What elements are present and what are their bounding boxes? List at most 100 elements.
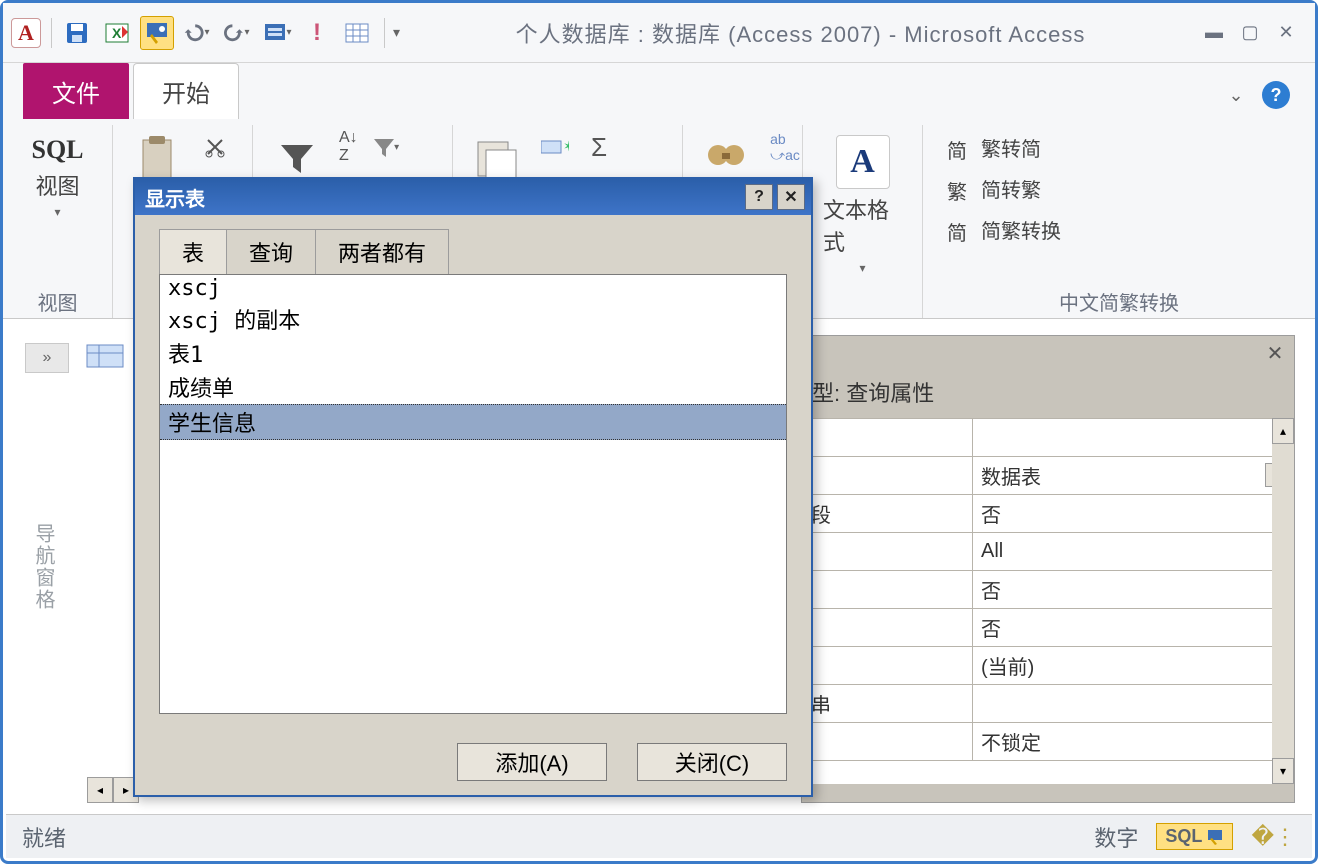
ribbon-group-textformat: A 文本格式 ▾ [803,125,923,318]
query-object-icon[interactable] [85,343,125,373]
design-view-icon[interactable] [140,16,174,50]
tab-start[interactable]: 开始 [133,63,239,119]
scroll-up-button[interactable]: ▴ [1272,418,1294,444]
property-value[interactable]: All [973,533,1294,571]
dialog-tabs: 表查询两者都有 [135,215,811,274]
redo-icon[interactable]: ▾ [220,16,254,50]
simp-to-trad-button[interactable]: 繁简转繁 [943,172,1045,205]
window-title: 个人数据库 : 数据库 (Access 2007) - Microsoft Ac… [400,17,1201,49]
minimize-button[interactable]: ▬ [1201,23,1227,43]
restore-button[interactable]: ▢ [1237,23,1263,43]
nav-pane-expand[interactable]: » [25,343,69,373]
separator [384,18,385,48]
toggle-label: 简繁转换 [981,215,1061,244]
dialog-close-button[interactable]: ✕ [777,184,805,210]
toggle-convert-button[interactable]: 简简繁转换 [943,213,1065,246]
status-bar: 就绪 数字 SQL �⋮ [6,814,1312,858]
ribbon-right: ⌄ ? [1193,70,1311,119]
dialog-tab-1[interactable]: 查询 [226,229,316,274]
property-row[interactable]: 串 [803,685,1294,723]
dialog-list-item[interactable]: xscj [160,275,786,302]
dialog-list-item[interactable]: 学生信息 [160,404,786,440]
view-label: 视图 [35,169,79,201]
dialog-table-list[interactable]: xscjxscj 的副本表1成绩单学生信息 [159,274,787,714]
dialog-tab-0[interactable]: 表 [159,229,227,274]
chevron-down-icon: ▾ [54,205,60,219]
add-button[interactable]: 添加(A) [457,743,607,781]
property-value[interactable]: 数据表▾ [973,457,1294,495]
dialog-list-item[interactable]: 成绩单 [160,370,786,404]
filter-toggle-icon[interactable]: ▾ [370,131,402,163]
cut-icon[interactable] [199,131,231,163]
status-ready: 就绪 [22,821,66,853]
view-button[interactable]: SQL 视图 ▾ [25,131,89,223]
text-format-button[interactable]: A 文本格式 ▾ [817,131,908,279]
status-sql-view[interactable]: SQL [1156,823,1233,850]
property-row[interactable]: 否 [803,571,1294,609]
help-icon[interactable]: ? [1262,81,1290,109]
dialog-help-button[interactable]: ? [745,184,773,210]
scroll-left-button[interactable]: ◂ [87,777,113,803]
chevron-down-icon: ▾ [859,261,865,275]
replace-icon[interactable]: ab⤻ac [769,131,801,163]
property-row[interactable]: 数据表▾ [803,457,1294,495]
property-key [803,419,973,457]
text-format-a: A [850,143,875,181]
form-icon[interactable]: ▾ [260,16,294,50]
property-value[interactable]: 否 [973,571,1294,609]
app-icon[interactable]: A [11,18,41,48]
svg-text:X: X [112,25,122,41]
toggle-icon: 简 [947,217,973,243]
sort-asc-icon[interactable]: A↓Z [339,131,358,163]
s2t-label: 简转繁 [981,174,1041,203]
separator [51,18,52,48]
property-value[interactable] [973,419,1294,457]
tab-file[interactable]: 文件 [23,63,129,119]
exclaim-icon[interactable]: ! [300,16,334,50]
s2t-icon: 繁 [947,176,973,202]
nav-pane-label: 导航窗格 [29,523,58,611]
property-header: 型: 查询属性 [802,336,1294,418]
undo-icon[interactable]: ▾ [180,16,214,50]
property-row[interactable]: 否 [803,609,1294,647]
close-button[interactable]: ✕ [1273,23,1299,43]
property-value[interactable]: (当前) [973,647,1294,685]
property-row[interactable]: 不锁定 [803,723,1294,761]
close-button[interactable]: 关闭(C) [637,743,787,781]
status-more-icon[interactable]: �⋮ [1251,824,1296,850]
dialog-list-item[interactable]: 表1 [160,336,786,370]
ribbon-minimize-icon[interactable]: ⌄ [1222,81,1250,109]
new-record-icon[interactable]: ✶ [539,131,571,163]
property-value[interactable]: 不锁定 [973,723,1294,761]
group-label-convert: 中文简繁转换 [937,283,1301,316]
totals-icon[interactable]: Σ [583,131,615,163]
property-value[interactable]: 否 [973,609,1294,647]
quick-access-toolbar: X ▾ ▾ ▾ ! ▾ [60,16,400,50]
scroll-down-button[interactable]: ▾ [1272,758,1294,784]
property-row[interactable]: 段否 [803,495,1294,533]
qat-dropdown-icon[interactable]: ▾ [393,24,400,41]
property-value[interactable]: 否 [973,495,1294,533]
scroll-track[interactable] [1272,444,1294,758]
property-value[interactable] [973,685,1294,723]
excel-export-icon[interactable]: X [100,16,134,50]
t2s-icon: 简 [947,135,973,161]
property-row[interactable]: All [803,533,1294,571]
property-key [803,723,973,761]
property-row[interactable]: (当前) [803,647,1294,685]
dialog-list-item[interactable]: xscj 的副本 [160,302,786,336]
property-key: 段 [803,495,973,533]
property-key: 串 [803,685,973,723]
design-small-icon [1206,828,1224,846]
datasheet-icon[interactable] [340,16,374,50]
group-label-view: 视图 [17,283,98,316]
ribbon-tabs: 文件 开始 ⌄ ? [3,63,1315,119]
dialog-titlebar[interactable]: 显示表 ? ✕ [135,179,811,215]
property-close-button[interactable]: ✕ [1262,340,1288,366]
trad-to-simp-button[interactable]: 简繁转简 [943,131,1045,164]
property-key [803,533,973,571]
ribbon-group-convert: 简繁转简 繁简转繁 简简繁转换 中文简繁转换 [923,125,1315,318]
property-row[interactable] [803,419,1294,457]
save-icon[interactable] [60,16,94,50]
dialog-tab-2[interactable]: 两者都有 [315,229,449,274]
